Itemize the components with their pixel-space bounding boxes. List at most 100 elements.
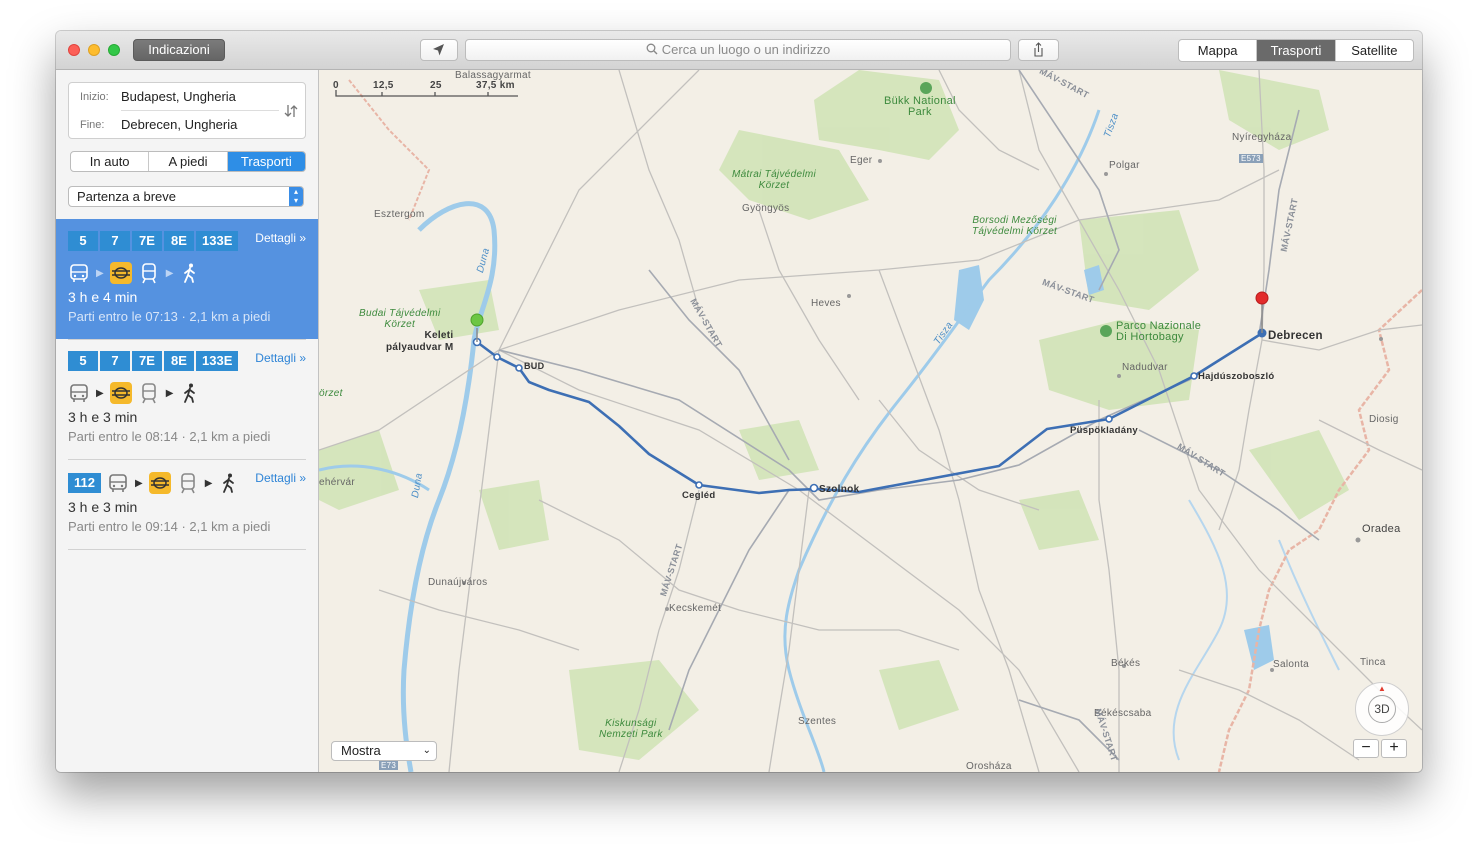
route-option-1[interactable]: 5 7 7E 8E 133E Dettagli » ▶ ▶ 3 h e 4 mi… <box>56 219 318 339</box>
map-label-keleti: Keleti pályaudvar M <box>386 330 454 353</box>
line-badges: 5 7 7E 8E 133E <box>68 231 239 251</box>
maps-window: Indicazioni Cerca un luogo o un indirizz… <box>56 31 1422 772</box>
mode-driving[interactable]: In auto <box>71 152 148 171</box>
zoom-out-button[interactable]: − <box>1353 739 1379 758</box>
details-link[interactable]: Dettagli » <box>255 351 306 365</box>
line-badges: 5 7 7E 8E 133E <box>68 351 239 371</box>
map-label-bukk: Bükk National Park <box>884 95 956 118</box>
minimize-window-button[interactable] <box>88 44 100 56</box>
share-icon <box>1034 42 1043 57</box>
departure-info: Parti entro le 09:14 · 2,1 km a piedi <box>68 519 271 534</box>
bus-icon <box>109 474 127 492</box>
zoom-in-button[interactable]: + <box>1381 739 1407 758</box>
line-badge: 133E <box>196 231 239 251</box>
directions-sidebar: Inizio: Budapest, Ungheria Fine: Debrece… <box>56 70 319 772</box>
map-mode-mappa[interactable]: Mappa <box>1179 40 1256 61</box>
share-button[interactable] <box>1018 39 1059 61</box>
map-label-kiskunsagi: Kiskunsági Nemzeti Park <box>599 718 663 740</box>
compass-3d-control[interactable]: ▲ 3D <box>1355 682 1409 736</box>
departure-value: Partenza a breve <box>77 189 177 204</box>
departure-select[interactable]: Partenza a breve ▴ ▾ <box>68 186 304 207</box>
map-mode-trasporti[interactable]: Trasporti <box>1256 40 1335 61</box>
map-label-oroshaza: Orosháza <box>966 761 1012 772</box>
route-steps: ▶ ▶ <box>68 381 201 405</box>
line-badge: 7 <box>100 231 130 251</box>
route-fields: Inizio: Budapest, Ungheria Fine: Debrece… <box>68 82 306 139</box>
map-label-tinca: Tinca <box>1360 657 1386 668</box>
scale-tick: 12,5 <box>373 80 394 91</box>
map-label-salonta: Salonta <box>1273 659 1310 670</box>
map-label-budai: Budai Tájvédelmi Körzet <box>359 308 441 330</box>
search-icon <box>646 43 658 55</box>
train-icon <box>141 383 156 404</box>
end-field[interactable]: Debrecen, Ungheria <box>121 117 237 132</box>
train-operator-icon <box>148 472 171 494</box>
map-label-balassagyarmat: Balassagyarmat <box>455 70 531 81</box>
trip-duration: 3 h e 3 min <box>68 499 138 515</box>
map-label-szolnok: Szolnok <box>819 484 860 495</box>
show-menu[interactable]: Mostra ⌄ <box>331 741 437 761</box>
map-label-diosig: Diosig <box>1369 414 1399 425</box>
chevron-right-icon: ▶ <box>134 477 143 489</box>
map-label-cegled: Cegléd <box>682 490 716 501</box>
start-label: Inizio: <box>80 91 109 103</box>
map-mode-control: Mappa Trasporti Satellite <box>1178 39 1414 62</box>
chevron-down-icon: ⌄ <box>422 745 431 756</box>
trip-duration: 3 h e 3 min <box>68 409 138 425</box>
map-label-nadudvar: Nadudvar <box>1122 362 1168 373</box>
start-field[interactable]: Budapest, Ungheria <box>121 89 236 104</box>
show-menu-label: Mostra <box>341 743 381 758</box>
scale-tick: 37,5 km <box>476 80 515 91</box>
route-steps: 112 ▶ ▶ <box>68 471 240 495</box>
train-operator-icon <box>109 382 132 404</box>
result-divider <box>68 549 306 550</box>
bus-icon <box>70 384 88 402</box>
bus-icon <box>70 264 88 282</box>
map-label-bekes: Békés <box>1111 658 1141 669</box>
map-label-bud: BUD <box>524 361 545 371</box>
map-label-eger: Eger <box>850 155 873 166</box>
map-label-borsodi: Borsodi Mezőségi Tájvédelmi Körzet <box>972 215 1058 237</box>
train-icon <box>180 473 195 494</box>
map-scale: 0 12,5 25 37,5 km <box>333 80 523 109</box>
line-badge: 5 <box>68 351 98 371</box>
mode-walking[interactable]: A piedi <box>148 152 226 171</box>
toolbar: Indicazioni Cerca un luogo o un indirizz… <box>56 31 1422 70</box>
chevron-right-icon: ▶ <box>96 387 104 399</box>
location-arrow-icon <box>433 44 444 56</box>
map-view[interactable]: 0 12,5 25 37,5 km Balassagyarmat Bükk Na… <box>319 70 1422 772</box>
trip-duration: 3 h e 4 min <box>68 289 138 305</box>
search-input[interactable]: Cerca un luogo o un indirizzo <box>465 39 1011 61</box>
north-indicator-icon: ▲ <box>1378 684 1386 693</box>
details-link[interactable]: Dettagli » <box>255 231 306 245</box>
map-label-heves: Heves <box>811 298 841 309</box>
map-label-hajduszoboszlo: Hajdúszoboszló <box>1198 371 1275 382</box>
map-label-puspokladany: Püspökladány <box>1070 425 1139 436</box>
departure-info: Parti entro le 08:14 · 2,1 km a piedi <box>68 429 271 444</box>
line-badge: 7E <box>132 351 162 371</box>
field-divider <box>121 110 279 111</box>
map-label-fehervar: ehérvár <box>319 477 356 488</box>
zoom-window-button[interactable] <box>108 44 120 56</box>
train-operator-icon <box>109 262 132 284</box>
line-badge: 8E <box>164 231 194 251</box>
end-label: Fine: <box>80 119 105 131</box>
map-label-esztergom: Esztergom <box>374 209 425 220</box>
swap-icon[interactable] <box>283 103 299 119</box>
details-link[interactable]: Dettagli » <box>255 471 306 485</box>
current-location-button[interactable] <box>420 39 458 61</box>
map-mode-satellite[interactable]: Satellite <box>1334 40 1413 61</box>
map-label-e73: E73 <box>379 761 399 770</box>
route-steps: ▶ ▶ <box>68 261 201 285</box>
mode-transit[interactable]: Trasporti <box>226 152 305 171</box>
map-label-gyongyos: Gyöngyös <box>742 203 790 214</box>
3d-button[interactable]: 3D <box>1368 695 1396 723</box>
directions-button[interactable]: Indicazioni <box>133 39 225 61</box>
route-option-3[interactable]: 112 ▶ ▶ Dettagli » 3 h e 3 min Parti ent… <box>56 459 318 549</box>
line-badge: 7E <box>132 231 162 251</box>
select-arrows-icon: ▴ ▾ <box>289 187 303 206</box>
close-window-button[interactable] <box>68 44 80 56</box>
line-badge: 5 <box>68 231 98 251</box>
route-option-2[interactable]: 5 7 7E 8E 133E Dettagli » ▶ ▶ 3 h e 3 mi… <box>56 339 318 459</box>
map-label-e573: E573 <box>1239 154 1263 163</box>
